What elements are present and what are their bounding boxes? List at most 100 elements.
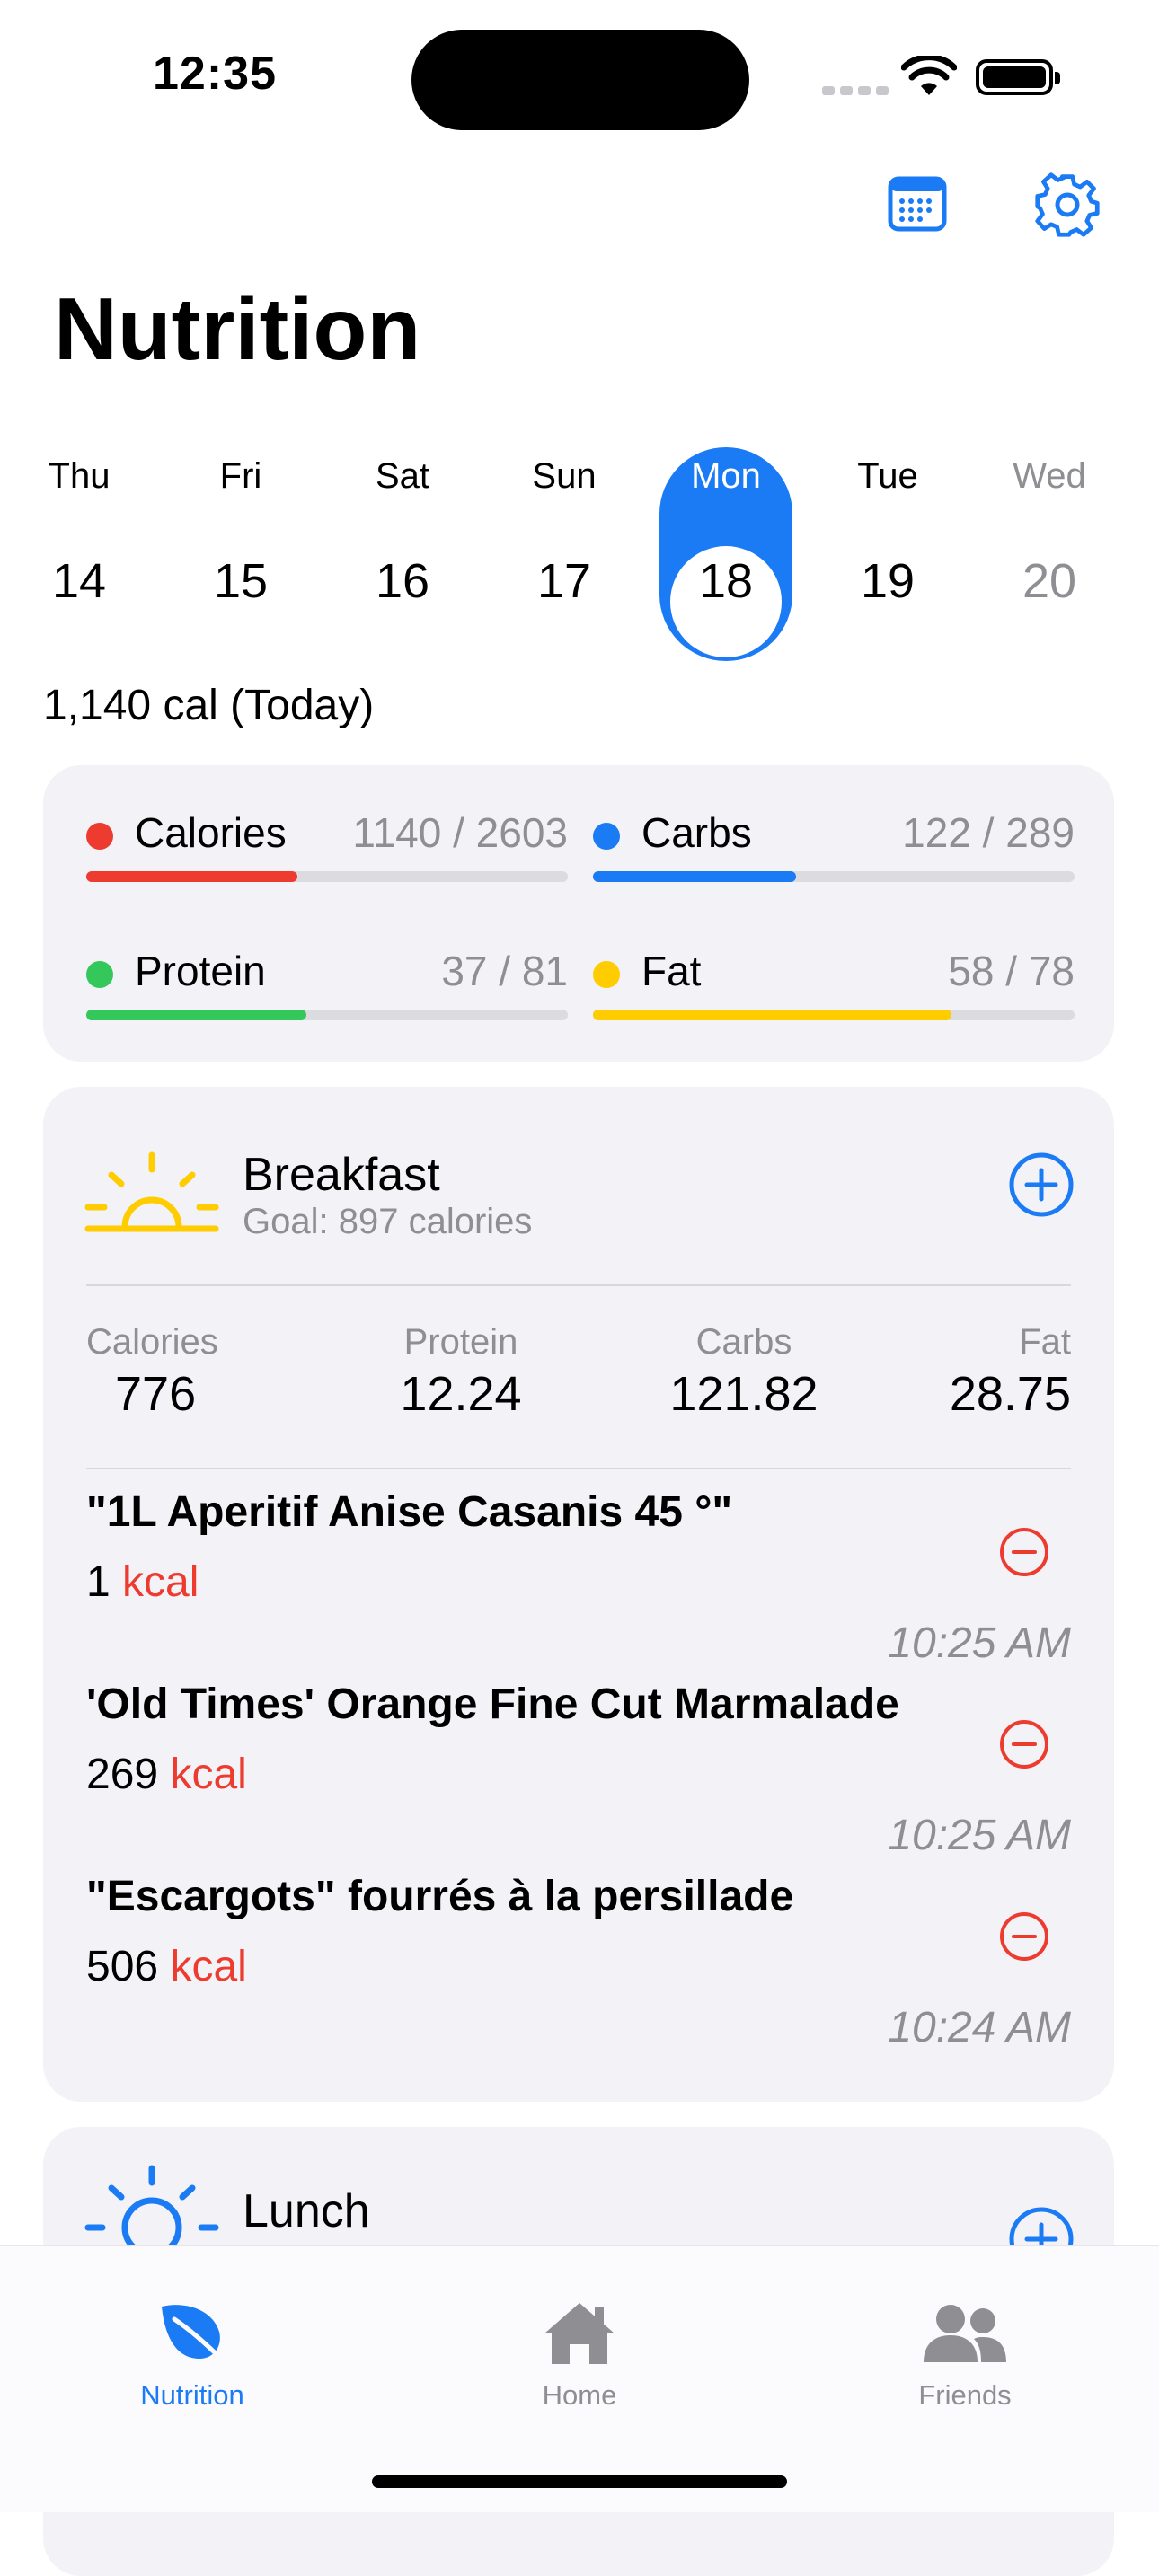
fat-dot-icon (593, 961, 620, 988)
macros-summary-card: Calories 1140 / 2603 Carbs 122 / 289 Pro… (43, 765, 1114, 1062)
day-name: Sun (532, 456, 597, 496)
macro-progress-track (593, 871, 1075, 882)
tab-label: Friends (918, 2379, 1012, 2411)
food-calories: 1 kcal (86, 1557, 199, 1607)
food-time: 10:25 AM (888, 1619, 1071, 1667)
macro-progress-track (86, 1010, 568, 1020)
tab-label: Home (542, 2379, 617, 2411)
food-item[interactable]: "Escargots" fourrés à la persillade 506 … (86, 1872, 1071, 2064)
remove-food-button[interactable] (999, 1527, 1049, 1577)
macro-value: 122 / 289 (902, 809, 1075, 856)
wifi-icon (900, 54, 958, 101)
food-item[interactable]: 'Old Times' Orange Fine Cut Marmalade 26… (86, 1680, 1071, 1872)
calories-dot-icon (86, 823, 113, 850)
home-indicator (372, 2475, 787, 2488)
leaf-icon (162, 2305, 227, 2365)
day-number: 14 (51, 554, 107, 608)
macro-progress-fill (86, 1010, 306, 1020)
stat-value: 121.82 (669, 1367, 818, 1421)
tab-label: Nutrition (140, 2379, 244, 2411)
macro-progress-track (593, 1010, 1075, 1020)
day-thu[interactable]: Thu 14 (16, 449, 142, 609)
stat-carbs: Carbs 121.82 (654, 1322, 834, 1422)
plus-circle-icon (1009, 1152, 1074, 1217)
stat-value: 28.75 (949, 1367, 1071, 1421)
day-name: Mon (691, 456, 761, 496)
day-sat[interactable]: Sat 16 (340, 449, 465, 609)
stat-value: 12.24 (400, 1367, 522, 1421)
day-wed[interactable]: Wed 20 (986, 449, 1112, 609)
macro-label: Carbs (641, 809, 752, 856)
calorie-value: 506 (86, 1943, 159, 1990)
food-item[interactable]: "1L Aperitif Anise Casanis 45 °" 1 kcal … (86, 1487, 1071, 1680)
macro-value: 1140 / 2603 (352, 809, 568, 856)
stat-calories: Calories 776 (86, 1322, 218, 1422)
day-name: Thu (48, 456, 111, 496)
macro-value: 37 / 81 (441, 948, 568, 994)
stat-label: Calories (86, 1322, 218, 1362)
stat-label: Carbs (695, 1322, 792, 1362)
macro-label: Calories (135, 809, 287, 856)
day-number: 18 (698, 554, 754, 608)
tab-nutrition[interactable]: Nutrition (93, 2299, 291, 2412)
status-time: 12:35 (153, 48, 277, 100)
day-number: 16 (375, 554, 430, 608)
macro-value: 58 / 78 (948, 948, 1075, 994)
macro-progress-fill (86, 871, 297, 882)
food-time: 10:24 AM (888, 2004, 1071, 2051)
carbs-dot-icon (593, 823, 620, 850)
minus-circle-icon (1000, 1720, 1048, 1769)
protein-dot-icon (86, 961, 113, 988)
gear-icon (1035, 172, 1100, 237)
today-calorie-summary: 1,140 cal (Today) (43, 682, 375, 729)
house-icon (544, 2303, 615, 2364)
calendar-icon (888, 176, 947, 232)
divider (86, 1468, 1071, 1469)
day-number: 17 (536, 554, 592, 608)
settings-button[interactable] (1033, 171, 1101, 239)
food-name: "1L Aperitif Anise Casanis 45 °" (86, 1488, 733, 1536)
day-name: Fri (219, 456, 262, 496)
stat-label: Protein (403, 1322, 518, 1362)
remove-food-button[interactable] (999, 1719, 1049, 1769)
people-icon (924, 2305, 1006, 2362)
day-number: 20 (1022, 554, 1077, 608)
divider (86, 1284, 1071, 1286)
calorie-unit: kcal (170, 1943, 247, 1990)
day-number: 15 (213, 554, 269, 608)
remove-food-button[interactable] (999, 1911, 1049, 1962)
breakfast-card: Breakfast Goal: 897 calories Calories 77… (43, 1087, 1114, 2102)
macro-progress-track (86, 871, 568, 882)
stat-protein: Protein 12.24 (371, 1322, 551, 1422)
meal-title: Breakfast (243, 1149, 440, 1201)
day-sun[interactable]: Sun 17 (501, 449, 627, 609)
minus-circle-icon (1000, 1912, 1048, 1961)
food-calories: 506 kcal (86, 1942, 247, 1991)
add-food-button[interactable] (1008, 1151, 1075, 1218)
calorie-value: 269 (86, 1751, 159, 1798)
day-name: Tue (857, 456, 918, 496)
cellular-signal-icon (822, 84, 894, 100)
day-tue[interactable]: Tue 19 (825, 449, 951, 609)
macro-progress-fill (593, 1010, 951, 1020)
calorie-unit: kcal (122, 1558, 199, 1606)
minus-circle-icon (1000, 1528, 1048, 1576)
day-mon-selected[interactable]: Mon 18 (663, 449, 789, 609)
tab-friends[interactable]: Friends (866, 2299, 1064, 2412)
food-time: 10:25 AM (888, 1812, 1071, 1859)
day-number: 19 (860, 554, 916, 608)
calendar-button[interactable] (888, 176, 947, 232)
stat-fat: Fat 28.75 (950, 1322, 1071, 1422)
stat-value: 776 (115, 1367, 197, 1421)
day-fri[interactable]: Fri 15 (178, 449, 304, 609)
food-name: 'Old Times' Orange Fine Cut Marmalade (86, 1681, 899, 1728)
calorie-value: 1 (86, 1558, 111, 1606)
food-name: "Escargots" fourrés à la persillade (86, 1873, 794, 1920)
dynamic-island (411, 30, 749, 130)
page-title: Nutrition (54, 279, 421, 378)
macro-label: Protein (135, 948, 266, 994)
day-name: Sat (375, 456, 430, 496)
food-calories: 269 kcal (86, 1750, 247, 1799)
tab-home[interactable]: Home (481, 2299, 678, 2412)
sunrise-icon (84, 1151, 219, 1232)
